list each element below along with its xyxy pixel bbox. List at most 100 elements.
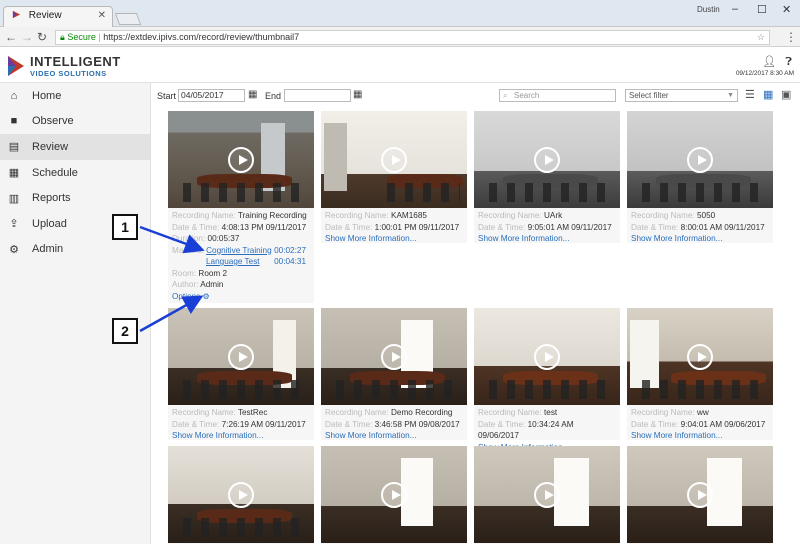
recording-name-label: Recording Name: [631,408,695,417]
date-time-label: Date & Time: [172,419,220,429]
window-close-icon[interactable]: ✕ [782,3,791,16]
recording-thumbnail[interactable] [321,308,467,405]
recording-thumbnail[interactable] [321,446,467,543]
marker-time[interactable]: 00:02:27 [274,245,306,257]
user-icon[interactable]: 👤︎ [762,56,776,68]
browser-tab-bar: Review ✕ Dustin – ☐ ✕ [0,0,800,27]
recording-card[interactable] [321,446,467,544]
recording-name: UArk [544,211,563,220]
minimize-icon[interactable]: – [732,3,738,15]
play-icon[interactable] [228,343,254,370]
sidebar-item-label: Schedule [32,166,78,179]
maximize-icon[interactable]: ☐ [757,3,767,16]
browser-menu-icon[interactable]: ⋮ [785,30,797,44]
brand-name: INTELLIGENT [30,54,121,69]
recording-card[interactable]: Recording Name: TestRec Date & Time: 7:2… [168,308,314,440]
sidebar-item-home[interactable]: ⌂ Home [0,83,150,109]
recording-name-label: Recording Name: [325,408,389,417]
grid-view-icon[interactable]: ▦ [763,88,773,101]
large-grid-view-icon[interactable]: ▣ [781,88,791,101]
show-more-link[interactable]: Show More Information... [325,234,416,243]
play-icon[interactable] [534,481,560,508]
recording-card[interactable] [168,446,314,544]
recording-datetime: 8:00:01 AM 09/11/2017 [680,222,765,232]
url-input[interactable]: 🔒︎ Secure | https://extdev.ipivs.com/rec… [55,30,770,45]
recording-card[interactable] [474,446,620,544]
marker-time[interactable]: 00:04:31 [274,256,306,268]
play-icon[interactable] [534,146,560,173]
recording-thumbnail[interactable] [168,446,314,543]
start-date-input[interactable]: 04/05/2017 [178,89,245,102]
header-icons: 👤︎ ❓︎ [762,55,792,69]
options-gear-icon[interactable]: ⚙ [203,292,210,301]
recording-name: Demo Recording [391,408,453,417]
reload-icon[interactable]: ↻ [37,30,47,44]
calendar-icon: ▦ [8,167,20,180]
marker-link[interactable]: Language Test [206,257,260,266]
recording-card[interactable]: Recording Name: UArk Date & Time: 9:05:0… [474,111,620,243]
start-calendar-icon[interactable]: ▦ [248,89,257,100]
play-icon[interactable] [381,146,407,173]
recording-card[interactable]: Recording Name: KAM1685 Date & Time: 1:0… [321,111,467,243]
show-more-link[interactable]: Show More Information... [631,431,722,440]
recording-card[interactable]: Recording Name: ww Date & Time: 9:04:01 … [627,308,773,440]
filter-select[interactable]: Select filter ▼ [625,89,738,102]
marker-link[interactable]: Cognitive Training [206,246,272,255]
play-icon[interactable] [381,481,407,508]
end-date-input[interactable] [284,89,351,102]
search-input[interactable]: ⌕ Search [499,89,616,102]
recording-thumbnail[interactable] [474,446,620,543]
sidebar-item-label: Home [32,89,62,102]
recording-thumbnail[interactable] [474,308,620,405]
ivs-logo[interactable]: INTELLIGENT VIDEO SOLUTIONS [6,52,126,80]
gear-icon: ⚙ [9,243,19,256]
forward-icon[interactable]: → [21,30,33,44]
play-icon[interactable] [534,343,560,370]
recording-name: TestRec [237,408,268,417]
sidebar-item-admin[interactable]: ⚙ Admin [0,237,150,263]
play-icon[interactable] [687,481,713,508]
show-more-link[interactable]: Show More Information... [325,431,416,440]
recording-thumbnail[interactable] [627,446,773,543]
show-more-link[interactable]: Show More Information... [631,234,722,243]
play-icon[interactable] [228,481,254,508]
list-view-icon[interactable]: ☰ [745,88,755,101]
room-label: Room: [172,268,197,278]
recording-card[interactable] [627,446,773,544]
tab-close-icon[interactable]: ✕ [98,10,106,21]
recording-thumbnail[interactable] [168,111,314,208]
recording-thumbnail[interactable] [168,308,314,405]
brand-subtitle: VIDEO SOLUTIONS [30,69,107,78]
browser-tab[interactable]: Review ✕ [3,6,113,27]
options-link[interactable]: Options [172,292,200,301]
recording-name: test [544,408,558,417]
recording-author: Admin [200,280,224,289]
sidebar-item-observe[interactable]: ■ Observe [0,109,150,135]
date-time-label: Date & Time: [631,222,679,232]
browser-user-name[interactable]: Dustin [697,5,720,14]
play-icon[interactable] [687,146,713,173]
search-placeholder: Search [514,91,540,100]
recording-thumbnail[interactable] [474,111,620,208]
play-icon[interactable] [228,146,254,173]
play-icon[interactable] [687,343,713,370]
sidebar-item-reports[interactable]: ▥ Reports [0,185,150,211]
recording-name: 5050 [697,211,716,220]
end-calendar-icon[interactable]: ▦ [353,89,362,100]
bookmark-star-icon[interactable]: ☆ [757,31,765,44]
recording-thumbnail[interactable] [321,111,467,208]
new-tab-button[interactable] [114,13,142,25]
recording-card[interactable]: Recording Name: test Date & Time: 10:34:… [474,308,620,452]
recording-card[interactable]: Recording Name: Training Recording Date … [168,111,314,303]
show-more-link[interactable]: Show More Information... [478,234,569,243]
show-more-link[interactable]: Show More Information... [172,431,263,440]
recording-card[interactable]: Recording Name: 5050 Date & Time: 8:00:0… [627,111,773,243]
recording-thumbnail[interactable] [627,111,773,208]
back-icon[interactable]: ← [5,30,17,44]
help-icon[interactable]: ❓︎ [785,56,792,68]
sidebar-item-review[interactable]: ▤ Review [0,134,150,160]
play-icon[interactable] [381,343,407,370]
recording-thumbnail[interactable] [627,308,773,405]
recording-card[interactable]: Recording Name: Demo Recording Date & Ti… [321,308,467,440]
sidebar-item-schedule[interactable]: ▦ Schedule [0,160,150,186]
